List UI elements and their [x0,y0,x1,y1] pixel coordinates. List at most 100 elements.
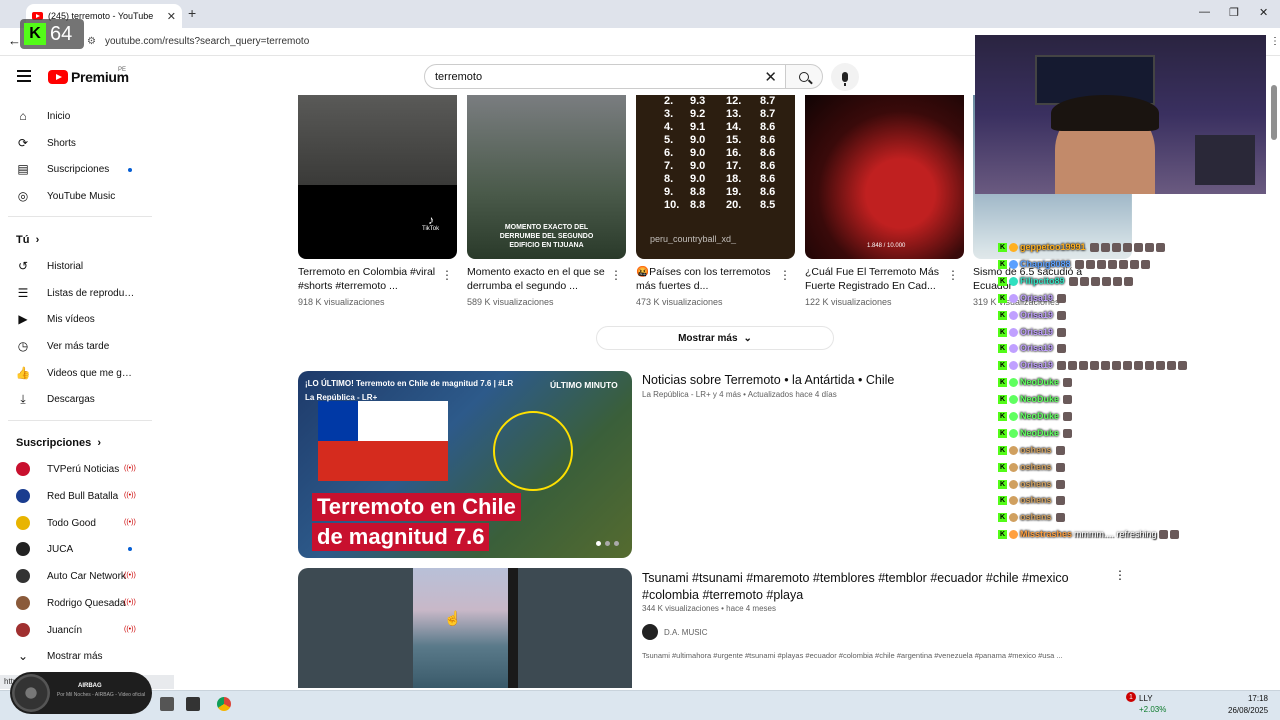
sidebar-show-more[interactable]: ⌄ Mostrar más [16,644,146,668]
video-title[interactable]: Tsunami #tsunami #maremoto #temblores #t… [642,570,1072,604]
short-thumbnail[interactable]: ♪ TikTok [298,95,457,259]
video-thumbnail[interactable]: ☝ [298,568,632,688]
user-badge-icon [1009,276,1018,286]
clock-time: 17:18 [1247,694,1268,703]
more-options-icon[interactable]: ⋮ [610,268,622,282]
channel-name[interactable]: D.A. MUSIC [664,628,708,637]
sidebar-item-inicio[interactable]: ⌂ Inicio [16,104,146,128]
url-text[interactable]: youtube.com/results?search_query=terremo… [105,36,309,47]
chat-username: Misstrashes [1020,529,1073,539]
taskbar-app-icon[interactable] [186,697,200,711]
clear-search-icon[interactable]: ✕ [764,68,777,86]
chevron-right-icon: › [97,437,101,449]
sidebar-item-suscripciones[interactable]: ▤ Suscripciones [16,157,146,181]
rank-number: 5. [664,134,674,146]
user-badge-icon [1009,394,1018,404]
news-title[interactable]: Noticias sobre Terremoto • la Antártida … [642,373,894,387]
chat-message: K NeoDuke [998,426,1073,440]
chrome-icon[interactable] [217,697,231,711]
ranking-row: 4. 9.1 14. 8.6 [664,121,784,134]
scrollbar-thumb[interactable] [1271,85,1277,140]
subscriptions-section-heading[interactable]: Suscripciones › [16,437,101,449]
seismic-ring [493,411,573,491]
chevron-right-icon: › [35,234,40,246]
chat-emotes [1063,394,1073,404]
short-title[interactable]: ¿Cuál Fue El Terremoto Más Fuerte Regist… [805,265,945,293]
channel-avatar[interactable] [642,624,658,640]
live-indicator-icon: ((•)) [124,519,136,526]
sidebar-item-label: Descargas [47,393,95,405]
news-thumbnail[interactable]: ¡LO ÚLTIMO! Terremoto en Chile de magnit… [298,371,632,558]
streamer-hair [1051,95,1159,131]
kick-badge-icon: K [998,360,1007,370]
more-options-icon[interactable]: ⋮ [1114,568,1126,582]
sidebar-item-liked-videos[interactable]: 👍 Videos que me gus... [16,361,146,385]
sidebar-item-label: Ver más tarde [47,340,110,352]
new-content-dot [128,547,132,551]
chat-message: Koshens [998,477,1065,491]
microphone-icon [842,72,848,86]
live-indicator-icon: ((•)) [124,465,136,472]
sidebar-item-playlists[interactable]: ☰ Listas de reproducc... [16,281,146,305]
kick-badge-icon: K [998,242,1007,252]
short-thumbnail[interactable]: 2. 9.3 12. 8.7 3. 9.2 13. 8.7 4. 9.1 14. 8.6 5. 9.0 15… [636,95,795,259]
scrollbar-track[interactable] [1268,56,1280,690]
short-title[interactable]: 🤬Países con los terremotos más fuertes d… [636,265,776,293]
user-badge-icon [1009,377,1018,387]
live-indicator-icon: ((•)) [124,626,136,633]
chat-message: K NeoDuke [998,409,1073,423]
restore-button[interactable]: ❐ [1229,6,1239,19]
emote-icon [1079,276,1089,286]
sidebar-item-label: Mostrar más [47,650,103,662]
chile-flag-image [318,401,448,481]
rank-value: 8.8 [690,186,706,198]
new-tab-button[interactable]: + [188,5,196,21]
short-thumbnail[interactable]: MOMENTO EXACTO DEL DERRUMBE DEL SEGUNDO … [467,95,626,259]
live-indicator-icon: ((•)) [124,599,136,606]
kick-badge-icon: K [998,512,1007,522]
emote-icon [1144,242,1154,252]
sidebar-item-youtube-music[interactable]: ◎ YouTube Music [16,184,146,208]
carousel-dots[interactable] [596,541,619,546]
browser-menu-icon[interactable]: ⋮ [1270,36,1280,47]
kick-badge-icon: K [998,259,1007,269]
chat-emotes [1063,428,1073,438]
sidebar-item-watch-later[interactable]: ◷ Ver más tarde [16,334,146,358]
more-options-icon[interactable]: ⋮ [441,268,453,282]
sidebar-item-shorts[interactable]: ⟳ Shorts [16,131,146,155]
rank-number: 15. [726,134,742,146]
short-title[interactable]: Terremoto en Colombia #viral #shorts #te… [298,265,438,293]
more-options-icon[interactable]: ⋮ [779,268,791,282]
taskbar-clock[interactable]: 17:18 26/08/2025 [1228,693,1268,717]
chat-message: K Orisa19 [998,325,1067,339]
sidebar-subscription[interactable]: JUCA [16,537,146,561]
hamburger-menu-icon[interactable] [17,70,31,82]
search-box[interactable]: terremoto ✕ [424,64,786,89]
search-input[interactable]: terremoto [435,71,482,83]
sidebar-divider [8,216,152,217]
sidebar-item-label: Listas de reproducc... [47,287,137,299]
kick-badge-icon: K [998,310,1007,320]
you-section-heading[interactable]: Tú › [16,234,39,246]
rank-value: 8.7 [760,108,776,120]
search-button[interactable] [785,64,823,89]
chat-emotes [1057,343,1067,353]
short-thumbnail[interactable]: 1.848 / 10.000 [805,95,964,259]
more-options-icon[interactable]: ⋮ [947,268,959,282]
close-window-button[interactable]: ✕ [1259,6,1268,19]
youtube-premium-logo[interactable]: Premium [48,69,129,85]
sidebar-item-downloads[interactable]: ⤓ Descargas [16,387,146,411]
sidebar-item-my-videos[interactable]: ▶ Mis vídeos [16,307,146,331]
site-info-icon[interactable]: ⚙ [87,36,96,47]
voice-search-button[interactable] [831,63,859,91]
user-badge-icon [1009,411,1018,421]
short-title[interactable]: Momento exacto en el que se derrumba el … [467,265,607,293]
taskbar-app-icon[interactable] [160,697,174,711]
minimize-button[interactable]: — [1199,6,1210,18]
now-playing-widget[interactable]: AIRBAG Por Mil Noches - AIRBAG - Video o… [10,672,152,714]
chat-emotes [1074,259,1150,269]
sidebar-item-historial[interactable]: ↺ Historial [16,254,146,278]
tab-close-icon[interactable]: ✕ [167,10,176,23]
show-more-button[interactable]: Mostrar más ⌄ [596,326,834,350]
short-overlay-text: peru_countryball_xd_ [650,234,737,244]
